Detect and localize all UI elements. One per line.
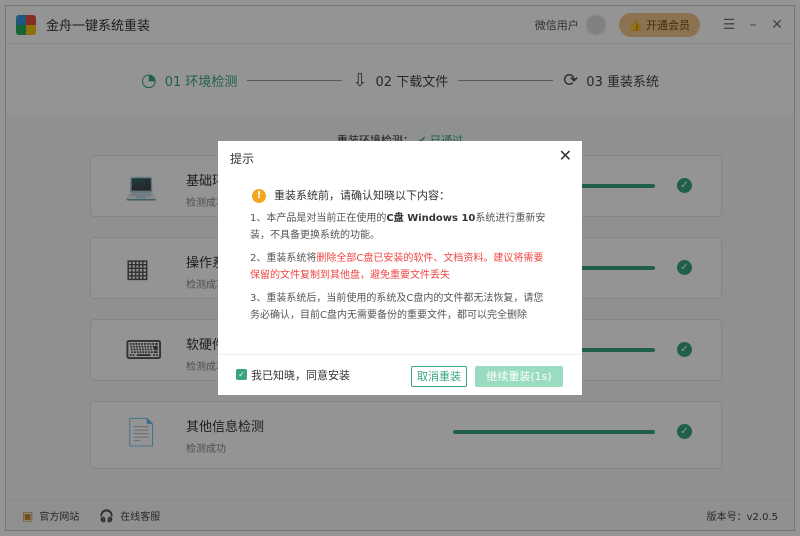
dialog-title: 提示 [230, 152, 255, 166]
agree-label[interactable]: 我已知晓，同意安装 [251, 367, 350, 383]
notice-2: 2、重装系统将删除全部C盘已安装的软件、文档资料。建议将需要保留的文件复制到其他… [250, 253, 544, 281]
dialog-footer: ✓ 我已知晓，同意安装 取消重装 继续重装(1s) [218, 354, 582, 395]
dialog-body: ! 重装系统前，请确认知晓以下内容： 1、本产品是对当前正在使用的C盘 Windo… [250, 187, 550, 330]
notice-3: 3、重装系统后，当前使用的系统及C盘内的文件都无法恢复，请您务必确认，目前C盘内… [250, 293, 544, 321]
warning-icon: ! [252, 188, 266, 203]
notice-1: 1、本产品是对当前正在使用的C盘 Windows 10系统进行重新安装，不具备更… [250, 213, 546, 241]
confirm-dialog: 提示 ✕ ! 重装系统前，请确认知晓以下内容： 1、本产品是对当前正在使用的C盘 … [218, 141, 582, 395]
dialog-heading: 重装系统前，请确认知晓以下内容： [274, 189, 450, 202]
agree-checkbox[interactable]: ✓ [236, 369, 247, 380]
continue-button[interactable]: 继续重装(1s) [475, 366, 563, 387]
dialog-close-icon[interactable]: ✕ [559, 146, 572, 165]
cancel-button[interactable]: 取消重装 [411, 366, 467, 387]
